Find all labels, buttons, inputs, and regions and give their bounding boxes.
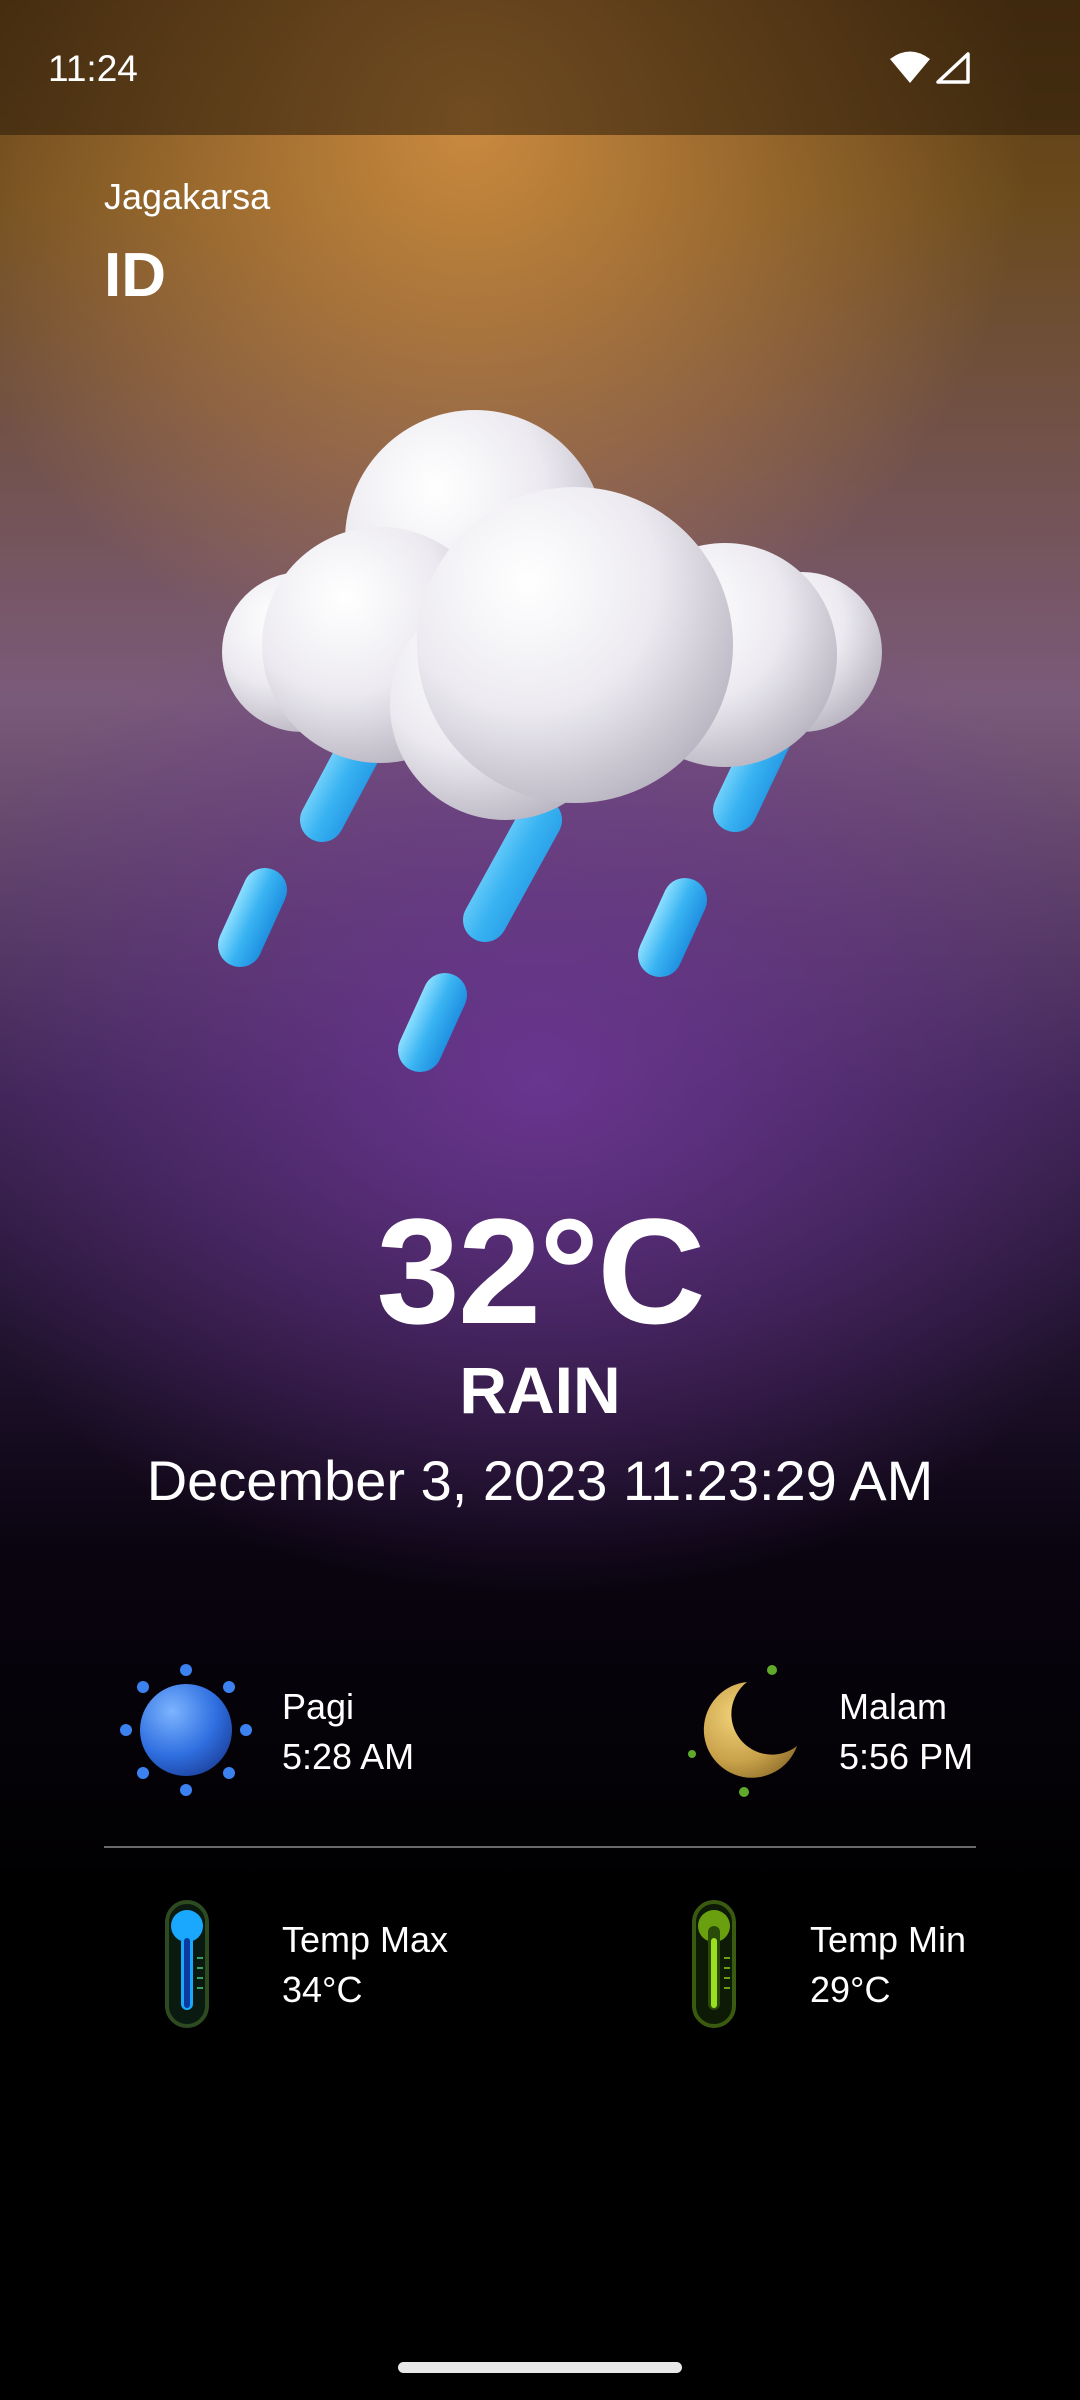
temp-max-value: 34°C (282, 1969, 363, 2010)
sunrise-icon (120, 1664, 252, 1796)
signal-icon (936, 52, 970, 84)
sunset-moon-icon (688, 1665, 797, 1797)
wifi-icon (890, 51, 930, 83)
weather-condition: RAIN (459, 1353, 621, 1427)
current-temperature: 32°C (376, 1187, 705, 1355)
sunrise-label: Pagi (282, 1686, 355, 1727)
sunset-time: 5:56 PM (839, 1736, 974, 1777)
city-name: Jagakarsa (104, 176, 271, 217)
thermometer-min-icon (692, 1900, 736, 2028)
rain-cloud-icon (218, 410, 882, 1072)
sunset-label: Malam (839, 1686, 948, 1727)
thermometer-max-icon (165, 1900, 209, 2028)
temp-min-value: 29°C (810, 1969, 891, 2010)
home-indicator[interactable] (398, 2362, 682, 2373)
date-time: December 3, 2023 11:23:29 AM (146, 1449, 934, 1512)
temp-min-label: Temp Min (810, 1919, 967, 1960)
divider (104, 1846, 976, 1848)
status-time: 11:24 (48, 48, 138, 89)
sunrise-time: 5:28 AM (282, 1736, 415, 1777)
country-code: ID (104, 241, 166, 310)
status-bar: 11:24 (0, 0, 1080, 135)
temp-max-label: Temp Max (282, 1919, 449, 1960)
